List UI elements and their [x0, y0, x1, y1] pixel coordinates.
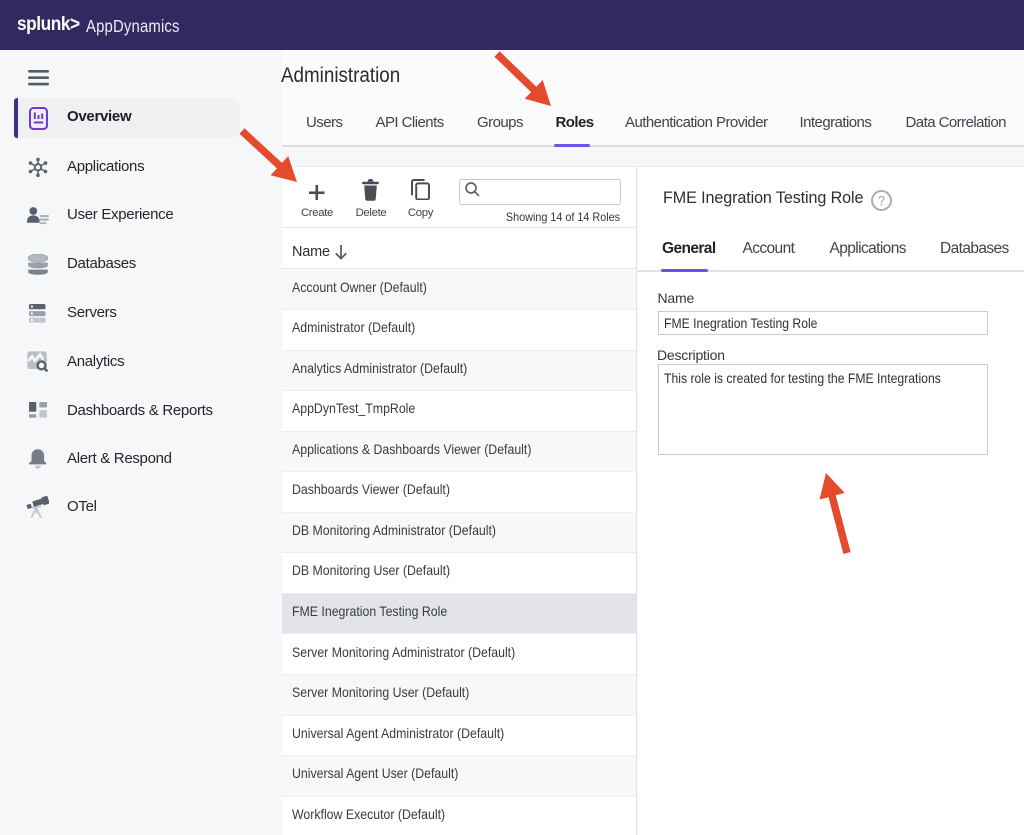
svg-text:?: ?: [878, 194, 885, 208]
